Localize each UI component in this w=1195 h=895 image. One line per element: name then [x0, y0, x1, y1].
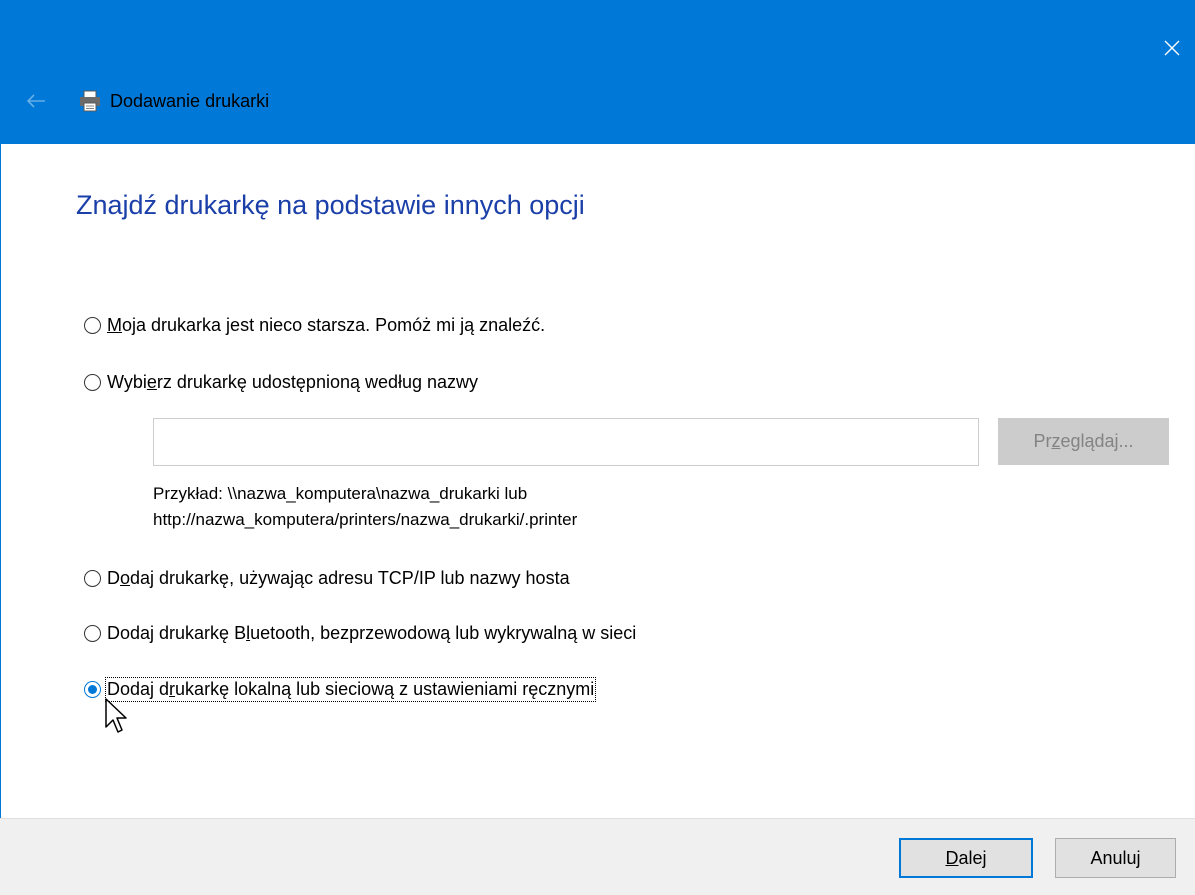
option-bluetooth[interactable]: Dodaj drukarkę Bluetooth, bezprzewodową …	[84, 623, 636, 644]
page-heading: Znajdź drukarkę na podstawie innych opcj…	[76, 190, 585, 220]
window-title-row: Dodawanie drukarki	[78, 86, 269, 116]
radio-bluetooth[interactable]	[84, 625, 101, 642]
radio-tcpip[interactable]	[84, 570, 101, 587]
radio-older-printer[interactable]	[84, 317, 101, 334]
option-label: Moja drukarka jest nieco starsza. Pomóż …	[107, 315, 546, 335]
radio-local-manual[interactable]	[84, 681, 101, 698]
printer-name-input[interactable]	[153, 418, 979, 466]
option-tcpip[interactable]: Dodaj drukarkę, używając adresu TCP/IP l…	[84, 568, 570, 589]
close-icon	[1164, 40, 1180, 56]
example-line-1: Przykład: \\nazwa_komputera\nazwa_drukar…	[153, 484, 528, 503]
example-line-2: http://nazwa_komputera/printers/nazwa_dr…	[153, 510, 578, 529]
option-label: Dodaj drukarkę Bluetooth, bezprzewodową …	[107, 623, 637, 643]
option-shared-by-name[interactable]: Wybierz drukarkę udostępnioną według naz…	[84, 372, 478, 393]
close-button[interactable]	[1149, 22, 1195, 74]
option-older-printer[interactable]: Moja drukarka jest nieco starsza. Pomóż …	[84, 315, 545, 336]
radio-shared-by-name[interactable]	[84, 374, 101, 391]
browse-button[interactable]: Pr z eglądaj...	[998, 418, 1169, 465]
cancel-button[interactable]: Anuluj	[1055, 838, 1176, 878]
example-text: Przykład: \\nazwa_komputera\nazwa_drukar…	[153, 481, 577, 533]
next-button[interactable]: Dalej	[899, 838, 1033, 878]
option-label: Dodaj drukarkę, używając adresu TCP/IP l…	[107, 568, 570, 588]
option-label: Wybierz drukarkę udostępnioną według naz…	[107, 372, 479, 392]
back-arrow-icon	[26, 94, 45, 108]
title-bar: Dodawanie drukarki	[0, 0, 1195, 144]
radio-selected-dot	[88, 685, 97, 694]
printer-icon	[80, 90, 100, 112]
back-button[interactable]	[20, 85, 52, 117]
mouse-cursor-icon	[105, 698, 127, 733]
option-local-manual[interactable]: Dodaj drukarkę lokalną lub sieciową z us…	[84, 677, 597, 702]
option-label: Dodaj drukarkę lokalną lub sieciową z us…	[104, 677, 597, 702]
window-title: Dodawanie drukarki	[110, 90, 270, 111]
window-border	[0, 144, 1, 895]
footer-bar: Dalej Anuluj	[0, 818, 1195, 895]
